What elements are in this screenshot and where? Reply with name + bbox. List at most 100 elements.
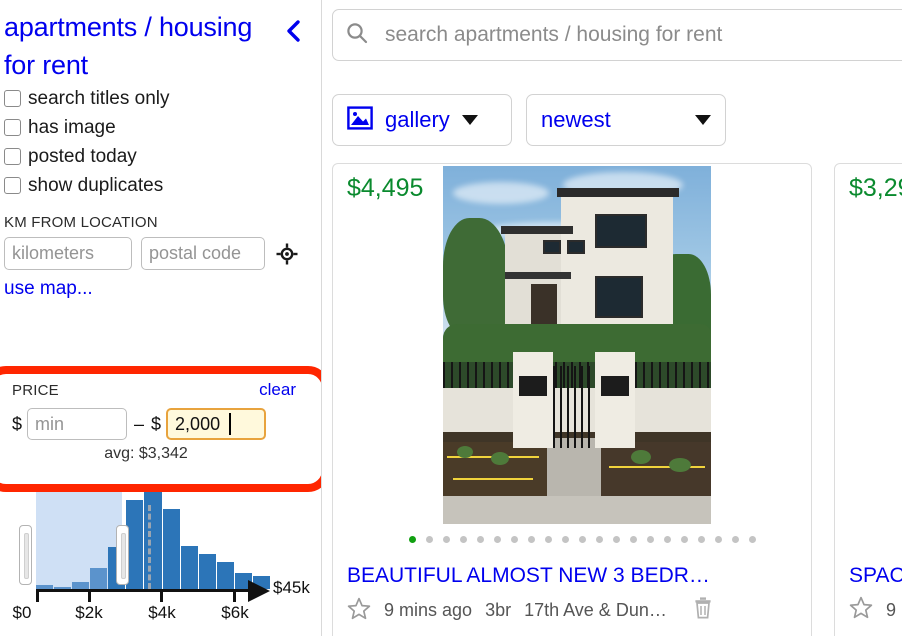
listing-posted-time: 9 mins ago: [384, 600, 473, 620]
price-max-input[interactable]: [166, 408, 267, 440]
caret-down-icon[interactable]: [461, 115, 478, 125]
distance-inputs-row: [4, 237, 321, 270]
carousel-dot[interactable]: [477, 536, 484, 543]
photo-roof: [501, 226, 573, 234]
price-min-input[interactable]: [27, 408, 128, 440]
histogram-range-handle-min[interactable]: [19, 525, 32, 585]
carousel-dot[interactable]: [596, 536, 603, 543]
histogram-axis-end-label: $45k: [273, 578, 310, 597]
search-input[interactable]: [383, 10, 902, 60]
craigslist-search-page: apartments / housing for rent search tit…: [0, 0, 902, 636]
text-cursor: [229, 413, 232, 435]
filters-sidebar: apartments / housing for rent search tit…: [0, 0, 322, 636]
photo-caution-tape: [453, 478, 533, 480]
carousel-dot[interactable]: [681, 536, 688, 543]
postal-code-input[interactable]: [141, 237, 265, 270]
carousel-dot[interactable]: [443, 536, 450, 543]
checkbox-box[interactable]: [4, 177, 21, 194]
checkbox-box[interactable]: [4, 119, 21, 136]
carousel-dot[interactable]: [545, 536, 552, 543]
carousel-dot[interactable]: [562, 536, 569, 543]
photo-gate-pillar: [595, 352, 635, 448]
listing-meta-row: 9: [849, 596, 896, 624]
caret-down-icon[interactable]: [695, 115, 711, 125]
photo-roof: [557, 188, 679, 197]
crosshair-target-icon[interactable]: [274, 241, 300, 267]
checkbox-has-image[interactable]: has image: [0, 113, 321, 142]
carousel-dot[interactable]: [426, 536, 433, 543]
distance-km-input[interactable]: [4, 237, 132, 270]
sort-order-dropdown[interactable]: newest: [526, 94, 726, 146]
chevron-left-icon[interactable]: [281, 18, 305, 44]
listing-card[interactable]: $3,29 SPAC 9: [834, 163, 902, 636]
category-title[interactable]: apartments / housing for rent: [4, 8, 274, 84]
distance-section-title: KM FROM LOCATION: [4, 214, 158, 231]
listing-title-link[interactable]: BEAUTIFUL ALMOST NEW 3 BEDR…: [347, 564, 710, 588]
carousel-dot[interactable]: [647, 536, 654, 543]
price-section-title: PRICE: [12, 382, 59, 399]
search-bar[interactable]: [332, 9, 902, 61]
star-outline-icon[interactable]: [347, 597, 371, 625]
histogram-axis-line: [36, 589, 252, 592]
photo-address-plaque: [519, 376, 547, 396]
image-gallery-icon: [347, 105, 373, 136]
distance-filter-section: KM FROM LOCATION use map...: [0, 214, 321, 300]
carousel-dot[interactable]: [732, 536, 739, 543]
listing-price: $4,495: [347, 174, 424, 202]
listing-meta-row: 9 mins ago 3br 17th Ave & Dun…: [347, 596, 714, 625]
carousel-dot[interactable]: [630, 536, 637, 543]
price-max-field-wrapper: [166, 408, 267, 440]
checkbox-posted-today[interactable]: posted today: [0, 142, 321, 171]
carousel-dot[interactable]: [528, 536, 535, 543]
histogram-bar: [72, 582, 90, 589]
carousel-dot[interactable]: [698, 536, 705, 543]
view-mode-label: gallery: [385, 107, 450, 132]
photo-tree-left: [443, 218, 509, 338]
photo-shrub: [669, 458, 691, 472]
histogram-tick: [160, 589, 163, 602]
listing-title-link[interactable]: SPAC: [849, 564, 902, 588]
price-average-label: avg: $3,342: [104, 445, 188, 462]
histogram-bars: [36, 492, 271, 589]
histogram-range-handle-max[interactable]: [116, 525, 129, 585]
price-clear-link[interactable]: clear: [259, 380, 296, 400]
price-range-separator: –: [134, 413, 145, 434]
search-icon: [345, 21, 369, 50]
photo-window: [567, 240, 585, 254]
view-mode-dropdown[interactable]: gallery: [332, 94, 512, 146]
carousel-dot[interactable]: [460, 536, 467, 543]
carousel-dot[interactable]: [579, 536, 586, 543]
sidebar-header: apartments / housing for rent: [0, 0, 321, 84]
histogram-bar: [198, 554, 216, 589]
star-outline-icon[interactable]: [849, 596, 873, 624]
histogram-tick-label: $2k: [75, 603, 103, 622]
photo-window: [595, 214, 647, 248]
histogram-axis-arrow: [248, 580, 270, 602]
checkbox-search-titles-only[interactable]: search titles only: [0, 84, 321, 113]
filter-checkbox-list: search titles only has image posted toda…: [0, 84, 321, 200]
trash-icon[interactable]: [692, 596, 714, 625]
carousel-dot[interactable]: [715, 536, 722, 543]
checkbox-box[interactable]: [4, 148, 21, 165]
price-histogram[interactable]: $0 $2k $4k $6k $45k: [0, 492, 321, 636]
carousel-dot[interactable]: [664, 536, 671, 543]
photo-roof: [505, 272, 571, 279]
histogram-bar: [162, 509, 180, 589]
photo-cloud: [453, 182, 549, 204]
carousel-dot[interactable]: [494, 536, 501, 543]
checkbox-box[interactable]: [4, 90, 21, 107]
carousel-dot[interactable]: [749, 536, 756, 543]
carousel-dot[interactable]: [511, 536, 518, 543]
price-inputs-row: $ – $: [12, 408, 310, 440]
photo-carousel-dots[interactable]: [409, 536, 756, 543]
price-filter-section: PRICE clear $ – $ avg: $3,342: [0, 374, 321, 484]
carousel-dot[interactable]: [409, 536, 416, 543]
listing-photo[interactable]: [443, 166, 711, 524]
checkbox-show-duplicates[interactable]: show duplicates: [0, 171, 321, 200]
listing-card[interactable]: $4,495 BEAUTIFUL ALMOST NEW 3 BEDR… 9 mi…: [332, 163, 812, 636]
photo-garden-bed: [601, 442, 711, 498]
carousel-dot[interactable]: [613, 536, 620, 543]
histogram-bar: [180, 546, 198, 589]
photo-shrub: [457, 446, 473, 458]
use-map-link[interactable]: use map...: [4, 278, 93, 300]
